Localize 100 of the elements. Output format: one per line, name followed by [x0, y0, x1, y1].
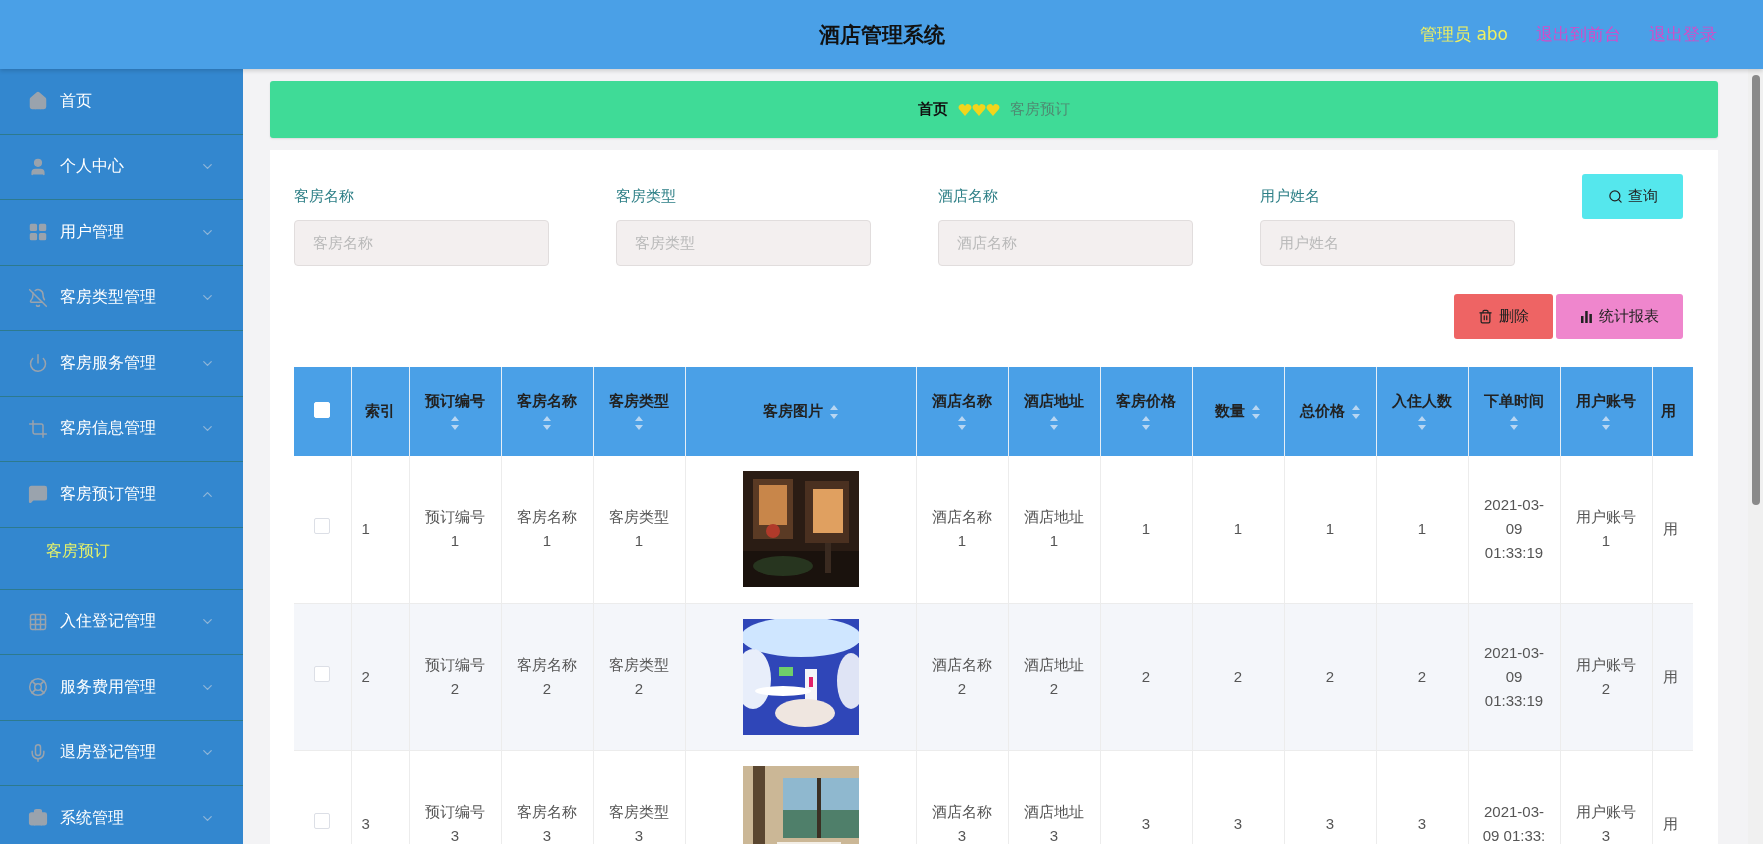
- table-cell-text: 2021-03-09 01:33:: [1481, 801, 1547, 844]
- sidebar-item[interactable]: 服务费用管理: [0, 655, 243, 721]
- table-cell-text: 用户账号3: [1575, 801, 1637, 844]
- sort-icon[interactable]: [634, 415, 644, 431]
- table-cell-text: 用: [1662, 666, 1678, 687]
- column-header[interactable]: 数量: [1192, 367, 1284, 456]
- scrollbar-thumb[interactable]: [1751, 75, 1760, 505]
- sidebar-item[interactable]: 客房信息管理: [0, 396, 243, 462]
- table-cell-text: 客房名称2: [516, 654, 578, 699]
- table-cell-text: 用: [1662, 519, 1678, 540]
- sidebar-item[interactable]: 退房登记管理: [0, 720, 243, 786]
- sort-icon[interactable]: [957, 415, 967, 431]
- column-header[interactable]: 客房类型: [593, 367, 685, 456]
- bar-chart-icon: [1580, 310, 1593, 323]
- sort-icon[interactable]: [1141, 415, 1151, 431]
- table-cell-text: 客房名称3: [516, 801, 578, 844]
- sidebar-item[interactable]: 首页: [0, 69, 243, 135]
- sidebar-item[interactable]: 客房预订管理: [0, 462, 243, 528]
- power-icon: [28, 353, 48, 374]
- table-cell-text: 1: [1233, 519, 1243, 540]
- sidebar-item[interactable]: 系统管理: [0, 786, 243, 844]
- grid-icon: [28, 222, 48, 243]
- sort-icon[interactable]: [1601, 415, 1611, 431]
- delete-button[interactable]: 删除: [1454, 294, 1553, 339]
- sort-icon[interactable]: [1350, 403, 1361, 420]
- grid-icon: [28, 611, 48, 632]
- row-checkbox[interactable]: [314, 518, 331, 535]
- table-cell-text: 3: [1325, 813, 1335, 834]
- home-icon: [28, 91, 48, 112]
- table-cell-text: 3: [1233, 813, 1243, 834]
- table-cell-text: 酒店地址2: [1023, 654, 1085, 699]
- sort-icon[interactable]: [1417, 415, 1427, 431]
- microphone-icon: [28, 742, 48, 763]
- hearts-icon: [958, 102, 1000, 117]
- breadcrumb-current: 客房预订: [1010, 100, 1070, 119]
- sort-icon[interactable]: [542, 415, 552, 431]
- column-title: 数量: [1215, 402, 1245, 421]
- table-cell-text: 酒店名称2: [931, 654, 993, 699]
- table-cell-text: 2: [1417, 666, 1427, 687]
- table-cell-text: 客房类型3: [608, 801, 670, 844]
- lifebuoy-icon: [28, 677, 48, 698]
- column-header[interactable]: 酒店地址: [1008, 367, 1100, 456]
- table-cell-text: 1: [1417, 519, 1427, 540]
- select-all-checkbox[interactable]: [314, 401, 331, 418]
- table-cell-text: 酒店名称3: [931, 801, 993, 844]
- column-header[interactable]: 下单时间: [1468, 367, 1560, 456]
- table-cell-text: 预订编号2: [424, 654, 486, 699]
- sort-icon[interactable]: [1251, 403, 1261, 420]
- table-cell-text: 预订编号1: [424, 507, 486, 552]
- sort-icon[interactable]: [450, 415, 460, 431]
- table-cell-text: 酒店地址1: [1023, 507, 1085, 552]
- table-cell-text: 3: [1417, 813, 1427, 834]
- field-label: 客房名称: [294, 187, 355, 207]
- search-field[interactable]: 用户姓名: [1260, 220, 1515, 266]
- sidebar-item[interactable]: 个人中心: [0, 134, 243, 200]
- sort-icon[interactable]: [828, 403, 839, 420]
- column-header[interactable]: 入住人数: [1376, 367, 1468, 456]
- report-button[interactable]: 统计报表: [1556, 294, 1683, 339]
- column-header[interactable]: 客房图片: [685, 367, 916, 456]
- table-cell-text: 客房类型2: [608, 654, 670, 699]
- column-header[interactable]: 酒店名称: [916, 367, 1008, 456]
- column-header[interactable]: 预订编号: [409, 367, 501, 456]
- column-title: 客房价格: [1116, 392, 1176, 411]
- search-field[interactable]: 客房名称: [294, 220, 549, 266]
- sidebar-item[interactable]: 用户管理: [0, 200, 243, 266]
- sidebar-item[interactable]: 客房类型管理: [0, 265, 243, 331]
- table-cell-text: 2: [1141, 666, 1151, 687]
- column-title: 用户账号: [1576, 392, 1636, 411]
- scrollbar[interactable]: [1748, 69, 1763, 844]
- column-title: 客房名称: [517, 392, 577, 411]
- sort-icon[interactable]: [1509, 415, 1519, 431]
- row-checkbox[interactable]: [314, 665, 331, 682]
- table-cell-text: 2021-03-09 01:33:19: [1482, 642, 1545, 711]
- column-header[interactable]: 总价格: [1284, 367, 1376, 456]
- sort-icon[interactable]: [1049, 415, 1059, 431]
- row-checkbox[interactable]: [314, 812, 331, 829]
- table-cell-text: 1: [361, 519, 370, 540]
- search-field[interactable]: 酒店名称: [938, 220, 1193, 266]
- table-cell-text: 1: [1325, 519, 1335, 540]
- table-cell-text: 客房名称1: [516, 507, 578, 552]
- sidebar-subitem[interactable]: 客房预订: [0, 513, 243, 590]
- column-title: 预订编号: [425, 392, 485, 411]
- user-icon: [28, 156, 48, 177]
- sidebar-item[interactable]: 入住登记管理: [0, 589, 243, 655]
- table-cell-text: 酒店名称1: [931, 507, 993, 552]
- search-button[interactable]: 查询: [1582, 174, 1683, 219]
- column-title: 客房图片: [762, 402, 823, 421]
- column-header[interactable]: 用户账号: [1560, 367, 1652, 456]
- table-cell-text: 用: [1662, 813, 1678, 834]
- field-label: 用户姓名: [1260, 187, 1321, 207]
- crop-icon: [28, 418, 48, 439]
- sidebar-item[interactable]: 客房服务管理: [0, 331, 243, 397]
- table-cell-text: 用户账号1: [1575, 507, 1637, 552]
- breadcrumb-link[interactable]: 首页: [918, 100, 948, 119]
- column-header[interactable]: 客房名称: [501, 367, 593, 456]
- table-cell-text: 客房类型1: [608, 507, 670, 552]
- trash-icon: [1478, 309, 1493, 324]
- table-cell-text: 预订编号3: [424, 801, 486, 844]
- column-header[interactable]: 客房价格: [1100, 367, 1192, 456]
- bell-off-icon: [28, 287, 48, 308]
